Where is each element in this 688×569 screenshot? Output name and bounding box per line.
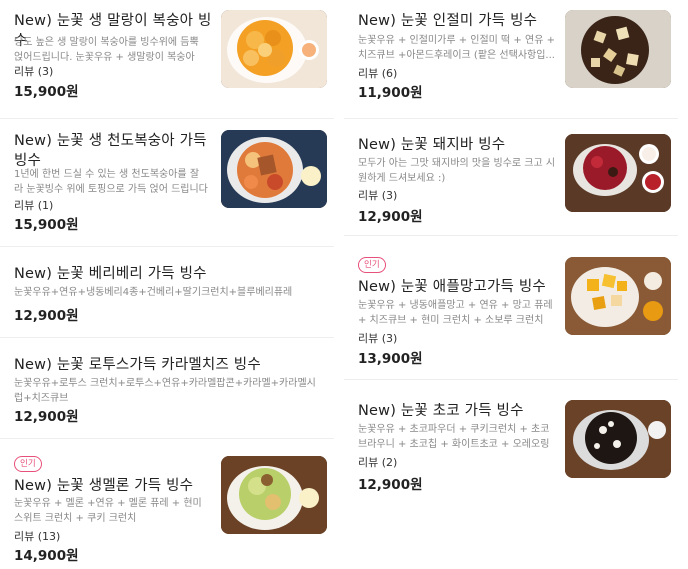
menu-item-description: 당도 높은 생 말랑이 복숭아를 빙수위에 듬뿍 얹어드립니다. 눈꽃우유 + … — [14, 37, 199, 63]
menu-item-description: 눈꽃우유 + 냉동애플망고 + 연유 + 망고 퓨레 + 치즈큐브 + 현미 크… — [358, 300, 553, 326]
menu-item-name: New) 눈꽃 돼지바 빙수 — [358, 137, 506, 153]
menu-item-name: New) 눈꽃 생 천도복숭아 가득 빙수 — [14, 133, 207, 169]
menu-item-description: 모두가 아는 그맛 돼지바의 맛을 빙수로 크고 시원하게 드셔보세요 :) — [358, 158, 556, 184]
menu-item-price: 15,900원 — [14, 217, 79, 233]
menu-item[interactable]: New) 눈꽃 돼지바 빙수 모두가 아는 그맛 돼지바의 맛을 빙수로 크고 … — [344, 119, 678, 235]
menu-item-review-count: 리뷰 (2) — [358, 456, 398, 469]
menu-item-description: 눈꽃우유+연유+냉동베리4종+건베리+딸기크런치+블루베리퓨레 — [14, 287, 293, 298]
menu-item-price: 12,900원 — [14, 308, 79, 324]
mango-bingsu-image — [565, 257, 671, 335]
menu-item[interactable]: New) 눈꽃 생 천도복숭아 가득 빙수 1년에 한번 드실 수 있는 생 천… — [0, 119, 334, 246]
menu-item-description: 눈꽃우유 + 초코파우더 + 쿠키크런치 + 초코브라우니 + 초코칩 + 화이… — [358, 424, 550, 450]
popular-badge: 인기 — [14, 456, 42, 472]
menu-item-description: 눈꽃우유 + 인절미가루 + 인절미 떡 + 연유 + 치즈큐브 +아몬드후레이… — [358, 35, 555, 61]
menu-item-price: 14,900원 — [14, 548, 79, 564]
dwaejiba-bingsu-image — [565, 134, 671, 212]
melon-bingsu-image — [221, 456, 327, 534]
peach-bingsu-image — [221, 10, 327, 88]
menu-item-review-count: 리뷰 (3) — [358, 189, 398, 202]
menu-item-review-count: 리뷰 (6) — [358, 67, 398, 80]
menu-item[interactable]: New) 눈꽃 베리베리 가득 빙수 눈꽃우유+연유+냉동베리4종+건베리+딸기… — [0, 247, 334, 337]
injeolmi-bingsu-image — [565, 10, 671, 88]
nectarine-bingsu-image — [221, 130, 327, 208]
menu-item[interactable]: New) 눈꽃 로투스가득 카라멜치즈 빙수 눈꽃우유+로투스 크런치+로투스+… — [0, 338, 334, 438]
menu-item[interactable]: New) 눈꽃 생 말랑이 복숭아 빙수 당도 높은 생 말랑이 복숭아를 빙수… — [0, 0, 334, 118]
menu-item-description: 눈꽃우유 + 멜론 +연유 + 멜론 퓨레 + 현미 스위트 크런치 + 쿠키 … — [14, 498, 202, 524]
menu-item-name: New) 눈꽃 인절미 가득 빙수 — [358, 13, 538, 29]
menu-item[interactable]: New) 눈꽃 인절미 가득 빙수 눈꽃우유 + 인절미가루 + 인절미 떡 +… — [344, 0, 678, 118]
menu-item-price: 11,900원 — [358, 85, 423, 101]
menu-item[interactable]: New) 눈꽃 초코 가득 빙수 눈꽃우유 + 초코파우더 + 쿠키크런치 + … — [344, 380, 678, 500]
menu-item-name: New) 눈꽃 초코 가득 빙수 — [358, 403, 524, 419]
menu-item-name: New) 눈꽃 베리베리 가득 빙수 — [14, 266, 207, 282]
menu-item-price: 12,900원 — [358, 477, 423, 493]
menu-item-name: New) 눈꽃 로투스가득 카라멜치즈 빙수 — [14, 357, 261, 373]
menu-item-price: 15,900원 — [14, 84, 79, 100]
menu-item-name: New) 눈꽃 애플망고가득 빙수 — [358, 279, 546, 295]
menu-item[interactable]: 인기 New) 눈꽃 애플망고가득 빙수 눈꽃우유 + 냉동애플망고 + 연유 … — [344, 236, 678, 379]
popular-badge: 인기 — [358, 257, 386, 273]
menu-item-review-count: 리뷰 (1) — [14, 199, 54, 212]
menu-item-price: 12,900원 — [14, 409, 79, 425]
menu-item-description: 눈꽃우유+로투스 크런치+로투스+연유+카라멜팝콘+카라멜+카라멜시럽+치즈큐브 — [14, 378, 316, 404]
menu-item-name: New) 눈꽃 생멜론 가득 빙수 — [14, 478, 194, 494]
choco-bingsu-image — [565, 400, 671, 478]
menu-item-price: 12,900원 — [358, 209, 423, 225]
menu-item-review-count: 리뷰 (13) — [14, 530, 61, 543]
menu-item-description: 1년에 한번 드실 수 있는 생 천도복숭아를 잘라 눈꽃빙수 위에 토핑으로 … — [14, 169, 208, 195]
menu-item-price: 13,900원 — [358, 351, 423, 367]
menu-item-review-count: 리뷰 (3) — [358, 332, 398, 345]
menu-item-review-count: 리뷰 (3) — [14, 65, 54, 78]
menu-item[interactable]: 인기 New) 눈꽃 생멜론 가득 빙수 눈꽃우유 + 멜론 +연유 + 멜론 … — [0, 439, 334, 569]
